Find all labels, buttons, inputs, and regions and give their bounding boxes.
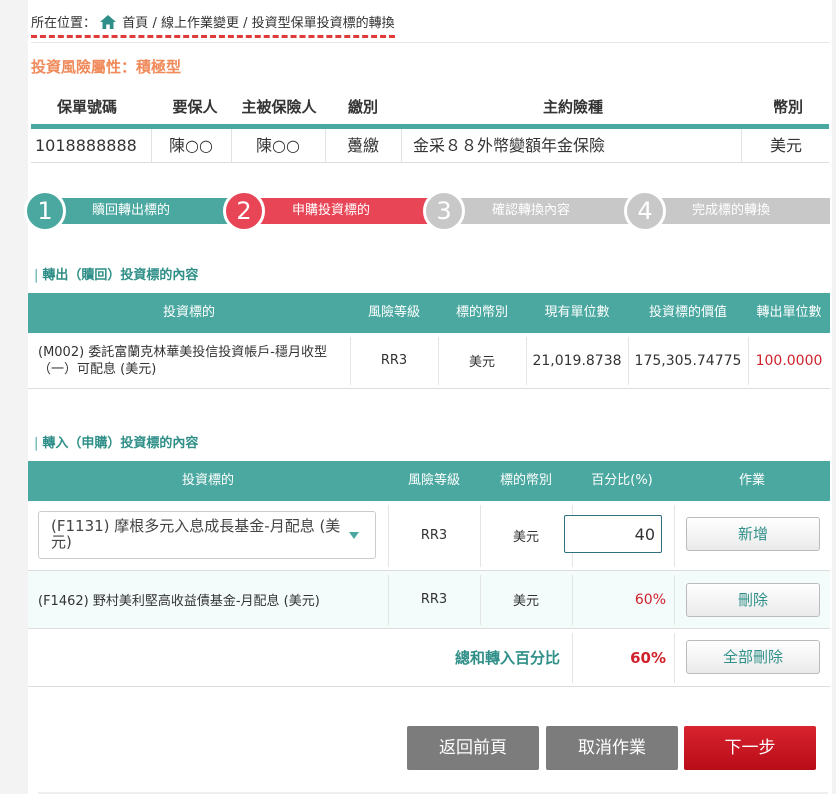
table-row: (F1462) 野村美利堅高收益債基金-月配息 (美元) RR3 美元 60% …: [28, 571, 830, 629]
redeem-table-header: 投資標的 風險等級 標的幣別 現有單位數 投資標的價值 轉出單位數: [28, 293, 830, 333]
delete-all-button[interactable]: 全部刪除: [686, 640, 820, 674]
back-button[interactable]: 返回前頁: [407, 726, 539, 770]
section-title-redeem: | 轉出（贖回）投資標的內容: [34, 268, 199, 283]
total-percent-label: 總和轉入百分比: [454, 649, 560, 667]
policy-currency: 美元: [769, 136, 802, 155]
breadcrumb: 所在位置： 首頁 / 線上作業變更 / 投資型保單投資標的轉換: [31, 12, 395, 38]
applicant-name: 陳○○: [169, 136, 213, 155]
step-2-number: 2: [223, 190, 265, 232]
policy-number: 1018888888: [35, 136, 137, 155]
current-units: 21,019.8738: [532, 352, 622, 369]
risk-level: RR3: [420, 528, 448, 543]
col-out-units: 轉出單位數: [756, 305, 822, 320]
breadcrumb-prefix: 所在位置：: [31, 16, 97, 31]
col-fund: 投資標的: [162, 305, 215, 320]
step-3-label: 確認轉換內容: [492, 203, 571, 218]
risk-level: RR3: [420, 592, 448, 607]
table-row: (M002) 委託富蘭克林華美投信投資帳戶-穩月收型（一）可配息 (美元) RR…: [28, 333, 830, 389]
home-icon[interactable]: [100, 15, 117, 29]
step-1-bar: 贖回轉出標的: [42, 198, 242, 224]
col-currency: 標的幣別: [455, 305, 508, 320]
fund-name: (F1462) 野村美利堅高收益債基金-月配息 (美元): [38, 594, 320, 609]
fund-select[interactable]: (F1131) 摩根多元入息成長基金-月配息 (美元): [38, 511, 376, 559]
section-title-subscribe: | 轉入（申購）投資標的內容: [34, 436, 199, 451]
col-payment-type: 繳別: [347, 98, 378, 116]
step-4-bar: 完成標的轉換: [642, 198, 830, 224]
breadcrumb-level2-link[interactable]: 線上作業變更: [161, 16, 239, 31]
fund-currency: 美元: [512, 594, 539, 609]
col-fund: 投資標的: [181, 473, 234, 488]
main-content: 所在位置： 首頁 / 線上作業變更 / 投資型保單投資標的轉換 投資風險屬性：積…: [24, 0, 834, 794]
col-value: 投資標的價值: [648, 305, 727, 320]
fund-name: (M002) 委託富蘭克林華美投信投資帳戶-穩月收型（一）可配息 (美元): [38, 344, 327, 377]
step-3-number: 3: [423, 190, 465, 232]
col-percent: 百分比(%): [591, 473, 653, 488]
step-2-bar: 申購投資標的: [242, 198, 442, 224]
payment-type: 躉繳: [346, 136, 379, 155]
page-margin-left: [0, 0, 28, 794]
fund-percent: 60%: [634, 591, 666, 608]
divider: [31, 42, 829, 43]
policy-table-header: 保單號碼 要保人 主被保險人 繳別 主約險種 幣別: [31, 96, 829, 122]
delete-button[interactable]: 刪除: [686, 583, 820, 617]
col-risk: 風險等級: [407, 473, 460, 488]
breadcrumb-current: 投資型保單投資標的轉換: [251, 16, 395, 31]
col-currency: 標的幣別: [499, 473, 552, 488]
breadcrumb-separator: /: [148, 16, 161, 31]
next-button[interactable]: 下一步: [684, 726, 816, 770]
page-margin-right: [832, 0, 836, 794]
cancel-button[interactable]: 取消作業: [546, 726, 678, 770]
col-policy-no: 保單號碼: [56, 98, 117, 116]
fund-value: 175,305.74775: [634, 352, 742, 369]
col-applicant: 要保人: [172, 98, 218, 116]
col-risk: 風險等級: [367, 305, 420, 320]
main-plan-name: 金采８８外幣變額年金保險: [413, 136, 606, 155]
fund-currency: 美元: [512, 530, 539, 545]
step-2-label: 申購投資標的: [292, 203, 371, 218]
step-4-number: 4: [624, 190, 666, 232]
fund-currency: 美元: [468, 355, 495, 370]
redeem-units: 100.0000: [755, 352, 823, 369]
step-1-label: 贖回轉出標的: [92, 203, 171, 218]
step-4-label: 完成標的轉換: [692, 203, 771, 218]
step-1-number: 1: [24, 190, 66, 232]
subscribe-table-header: 投資標的 風險等級 標的幣別 百分比(%) 作業: [28, 461, 830, 501]
subscribe-edit-row: (F1131) 摩根多元入息成長基金-月配息 (美元) RR3 美元 新增: [28, 501, 830, 571]
col-units: 現有單位數: [544, 305, 610, 320]
percent-input[interactable]: [564, 515, 662, 553]
add-button[interactable]: 新增: [686, 517, 820, 551]
breadcrumb-separator: /: [238, 16, 252, 31]
total-percent-value: 60%: [630, 648, 666, 667]
total-row: 總和轉入百分比 60% 全部刪除: [28, 629, 830, 687]
risk-profile-title: 投資風險屬性：積極型: [31, 58, 182, 76]
col-main-plan: 主約險種: [542, 98, 603, 116]
col-insured: 主被保險人: [241, 98, 317, 116]
fund-select-value: (F1131) 摩根多元入息成長基金-月配息 (美元): [51, 517, 341, 551]
caret-down-icon: [349, 532, 359, 539]
progress-steps: 贖回轉出標的 申購投資標的 確認轉換內容 完成標的轉換 1 2 3 4: [24, 190, 834, 234]
table-row: 1018888888 陳○○ 陳○○ 躉繳 金采８８外幣變額年金保險 美元: [31, 129, 829, 163]
step-3-bar: 確認轉換內容: [442, 198, 642, 224]
insured-name: 陳○○: [256, 136, 300, 155]
breadcrumb-home-link[interactable]: 首頁: [122, 16, 148, 31]
col-action: 作業: [738, 473, 765, 488]
risk-level: RR3: [380, 353, 408, 368]
col-currency: 幣別: [772, 98, 803, 116]
